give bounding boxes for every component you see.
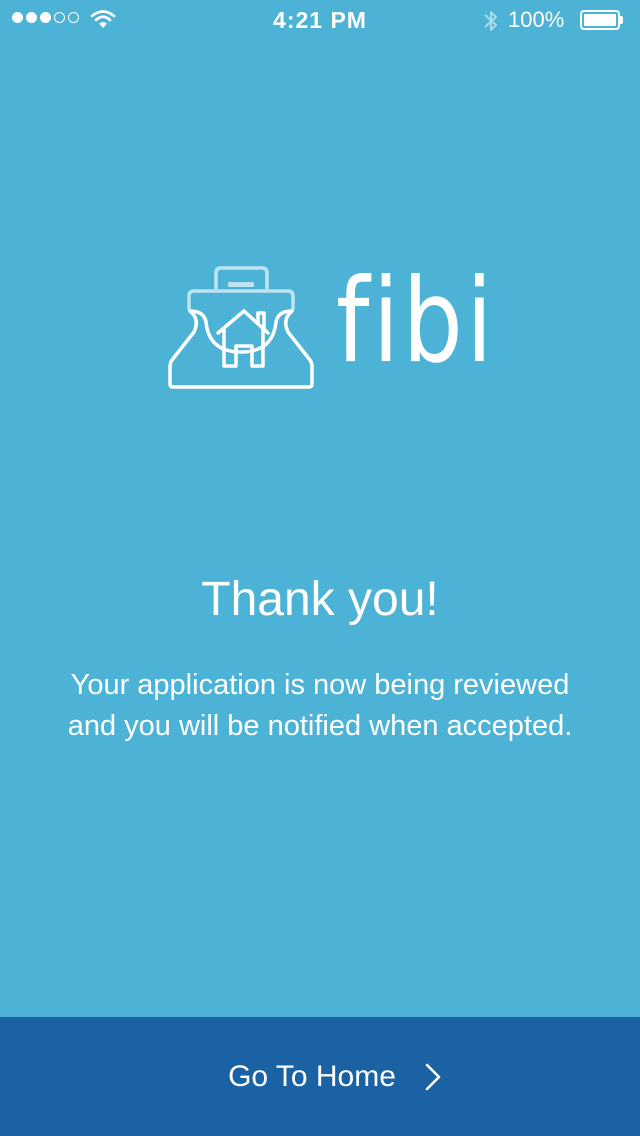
confirmation-message: Your application is now being reviewed a…: [67, 669, 573, 742]
bluetooth-icon: [482, 8, 500, 39]
go-to-home-label: Go To Home: [228, 1059, 396, 1093]
fibi-wordmark: fibi: [336, 254, 496, 389]
chevron-right-icon: [424, 1062, 442, 1092]
page-title: Thank you!: [201, 573, 439, 626]
go-to-home-button[interactable]: Go To Home: [0, 1017, 640, 1136]
battery-fill: [584, 14, 616, 26]
battery-percent: 100%: [508, 7, 565, 32]
bag-with-house-icon: [168, 266, 314, 389]
battery-icon: [580, 10, 624, 30]
status-bar: 4:21 PM 100%: [0, 0, 640, 40]
fibi-logo: fibi: [166, 264, 493, 394]
